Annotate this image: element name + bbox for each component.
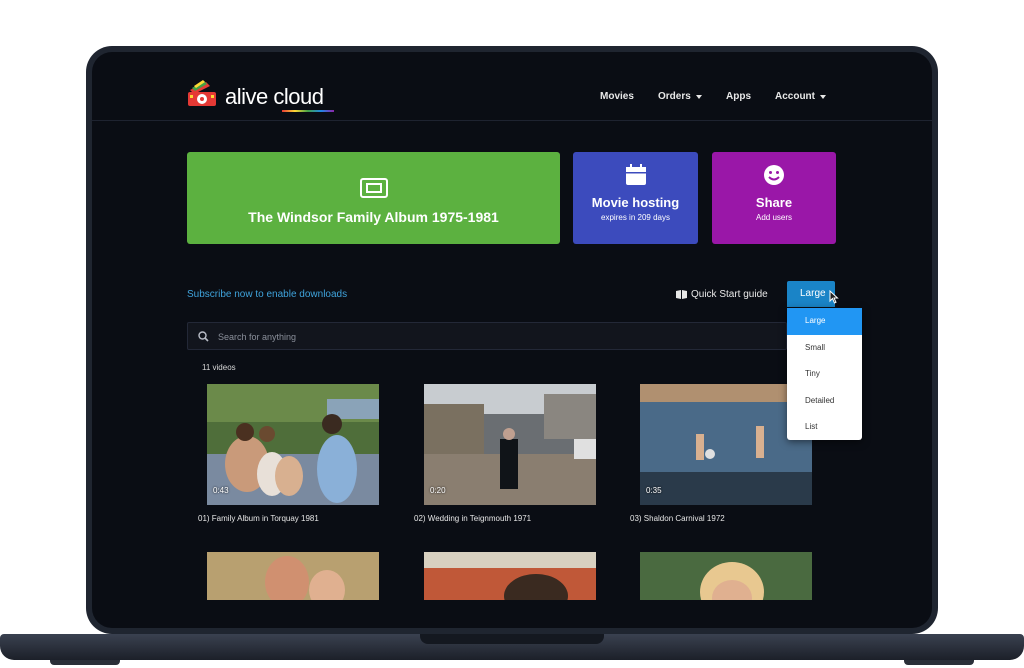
video-tile-2[interactable]: 0:20	[424, 384, 596, 505]
video-thumbnail	[424, 552, 596, 600]
hosting-expiry: expires in 209 days	[601, 213, 670, 222]
video-thumbnail	[640, 552, 812, 600]
laptop-notch	[420, 634, 604, 644]
share-title: Share	[755, 195, 793, 210]
size-option-large[interactable]: Large	[787, 308, 862, 335]
laptop-foot	[904, 660, 974, 665]
video-tile-4[interactable]	[207, 552, 379, 600]
video-duration: 0:20	[430, 486, 446, 495]
nav-apps[interactable]: Apps	[726, 91, 751, 102]
quick-start-guide-link[interactable]: Quick Start guide	[676, 289, 768, 300]
share-subtitle: Add users	[755, 213, 793, 222]
ticket-icon	[359, 178, 388, 198]
nav-apps-label: Apps	[726, 91, 751, 102]
view-size-dropdown-button[interactable]: Large	[787, 281, 835, 307]
video-duration: 0:35	[646, 486, 662, 495]
subscribe-link[interactable]: Subscribe now to enable downloads	[187, 289, 347, 300]
laptop-foot	[50, 660, 120, 665]
video-duration: 0:43	[213, 486, 229, 495]
album-title: The Windsor Family Album 1975-1981	[248, 209, 499, 225]
search-input[interactable]	[216, 323, 760, 351]
size-option-list[interactable]: List	[787, 414, 862, 441]
share-card[interactable]: Share Add users	[712, 152, 836, 244]
nav-orders-label: Orders	[658, 91, 691, 102]
video-count: 11 videos	[202, 363, 236, 372]
top-nav: alive cloud Movies Orders Apps Account	[92, 52, 932, 121]
video-title-1[interactable]: 01) Family Album in Torquay 1981	[198, 514, 319, 523]
hosting-title: Movie hosting	[591, 195, 680, 210]
book-icon	[676, 290, 687, 299]
movie-hosting-card[interactable]: Movie hosting expires in 209 days	[573, 152, 698, 244]
calendar-icon	[625, 164, 646, 185]
smiley-icon	[764, 165, 784, 185]
quick-start-label: Quick Start guide	[691, 289, 768, 300]
video-title-3[interactable]: 03) Shaldon Carnival 1972	[630, 514, 725, 523]
nav-account[interactable]: Account	[775, 91, 826, 102]
view-size-menu: Large Small Tiny Detailed List	[787, 308, 862, 440]
video-thumbnail	[207, 384, 379, 505]
nav-orders[interactable]: Orders	[658, 91, 702, 102]
video-tile-6[interactable]	[640, 552, 812, 600]
chevron-down-icon	[695, 94, 702, 99]
album-card[interactable]: The Windsor Family Album 1975-1981	[187, 152, 560, 244]
video-title-2[interactable]: 02) Wedding in Teignmouth 1971	[414, 514, 531, 523]
size-option-detailed[interactable]: Detailed	[787, 388, 862, 415]
size-option-small[interactable]: Small	[787, 335, 862, 362]
mouse-cursor-icon	[829, 290, 839, 304]
nav-account-label: Account	[775, 91, 815, 102]
nav-movies-label: Movies	[600, 91, 634, 102]
search-icon	[198, 331, 209, 342]
brand-name[interactable]: alive cloud	[225, 84, 324, 110]
chevron-down-icon	[820, 94, 826, 99]
brand-underline	[282, 110, 334, 112]
video-thumbnail	[424, 384, 596, 505]
video-thumbnail	[207, 552, 379, 600]
alive-cloud-logo-icon	[188, 80, 216, 106]
video-tile-1[interactable]: 0:43	[207, 384, 379, 505]
app-screen: alive cloud Movies Orders Apps Account T…	[92, 52, 932, 628]
search-bar	[187, 322, 787, 351]
nav-movies[interactable]: Movies	[600, 91, 634, 102]
size-option-tiny[interactable]: Tiny	[787, 361, 862, 388]
video-tile-5[interactable]	[424, 552, 596, 600]
